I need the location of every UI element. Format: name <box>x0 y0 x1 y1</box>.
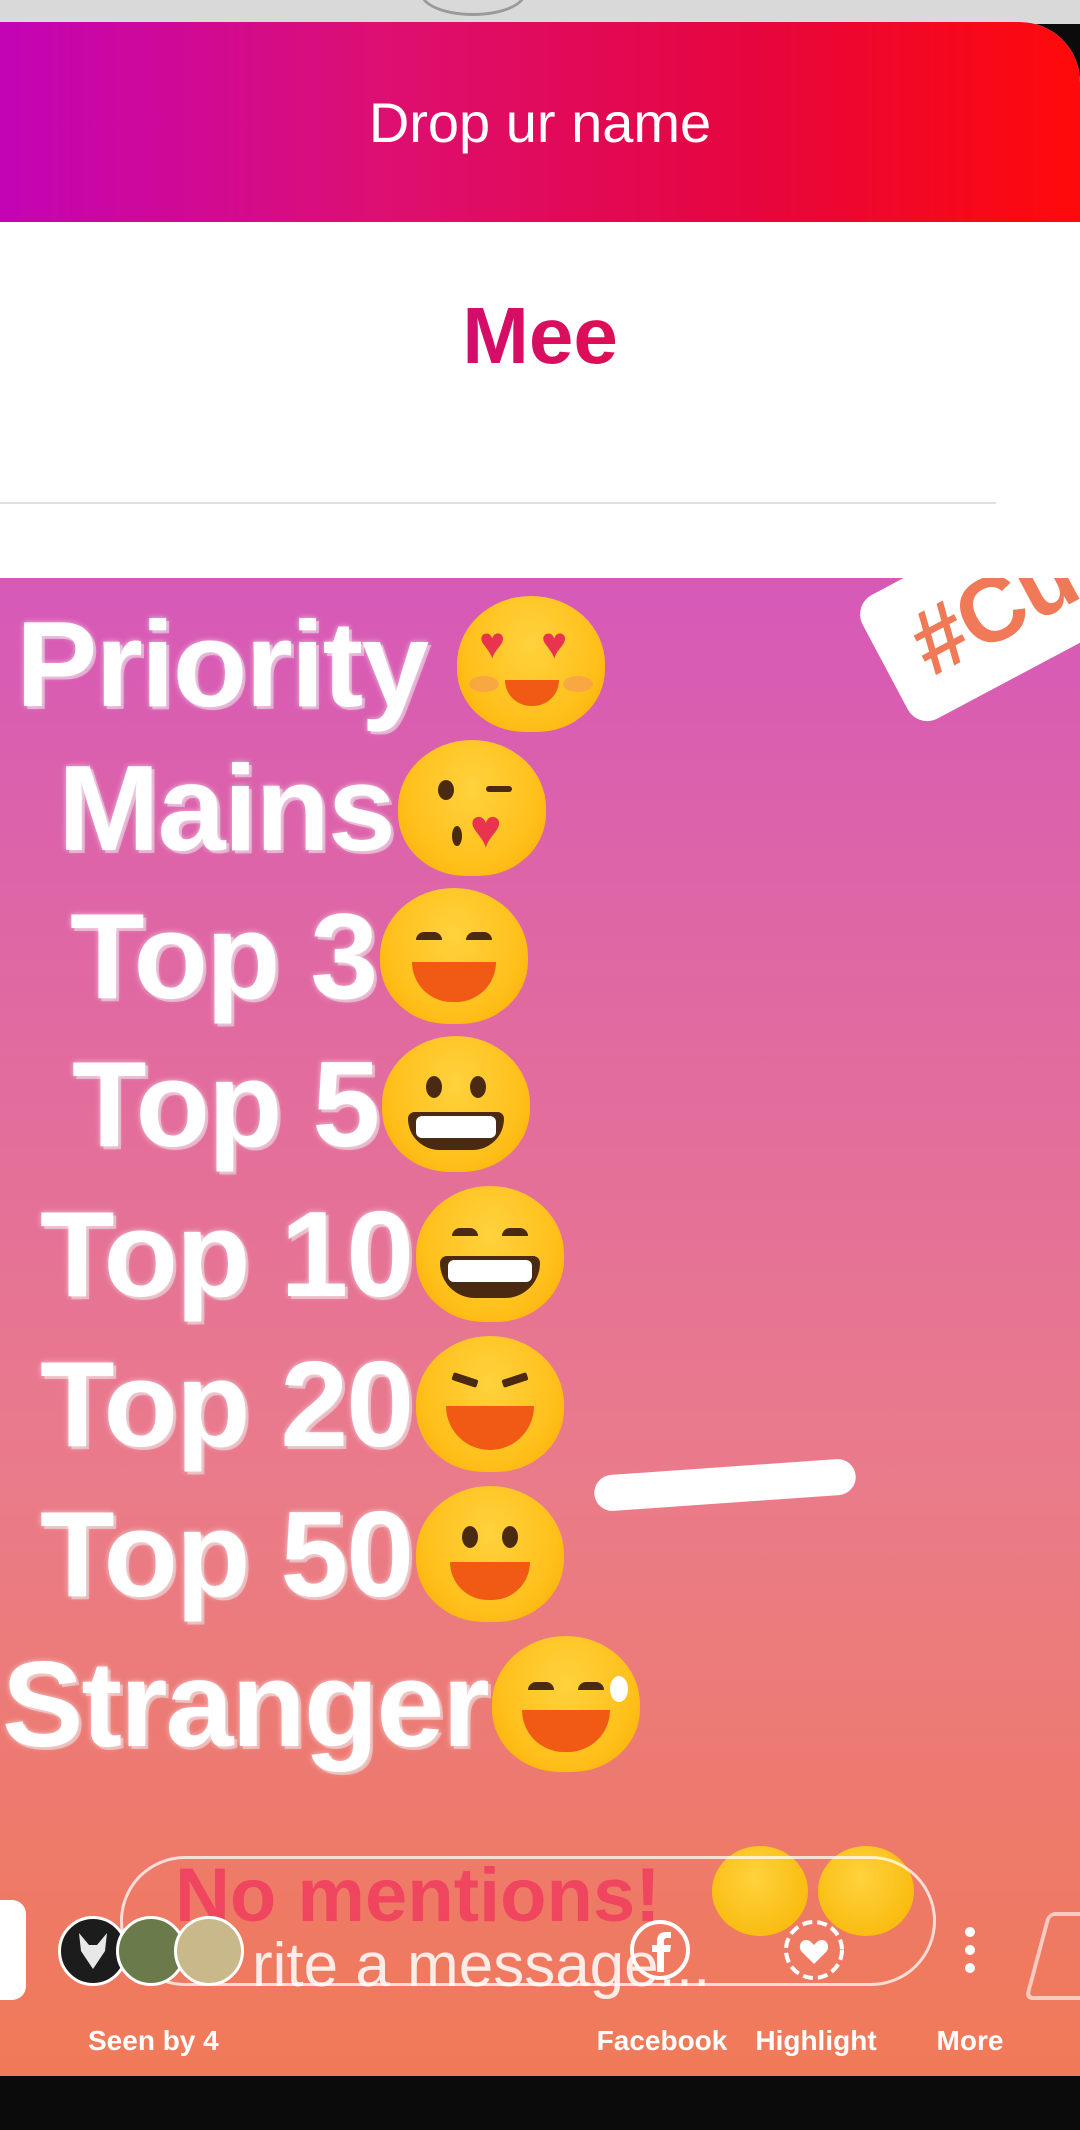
hashtag-sticker[interactable]: #Cu <box>852 576 1080 729</box>
row-label: Top 20 <box>40 1336 414 1472</box>
list-item: Top 3 <box>70 888 529 1024</box>
navigation-bar <box>0 2076 1080 2130</box>
status-strip <box>0 0 1080 24</box>
more-vertical-icon[interactable] <box>938 1918 1002 1982</box>
list-item: Mains ♥ <box>58 740 546 876</box>
list-item: Stranger <box>2 1636 640 1772</box>
laughing-squint-icon <box>416 1336 565 1472</box>
list-item: Top 20 <box>40 1336 565 1472</box>
list-item: Top 10 <box>40 1186 565 1322</box>
seen-by-count[interactable]: Seen by 4 <box>88 2025 219 2057</box>
list-item: Top 5 <box>72 1036 531 1172</box>
divider <box>0 502 996 504</box>
row-label: Top 5 <box>72 1036 380 1172</box>
row-label: Top 50 <box>40 1486 414 1622</box>
heart-eyes-icon: ♥ ♥ <box>457 596 606 732</box>
happy-sweat-icon <box>491 1636 640 1772</box>
avatar[interactable] <box>174 1916 244 1986</box>
more-button[interactable]: More <box>890 2025 1050 2057</box>
question-sticker[interactable]: Drop ur name Mee <box>0 22 1080 578</box>
row-label: Top 3 <box>70 888 378 1024</box>
highlight-button[interactable]: Highlight <box>736 2025 896 2057</box>
smiling-face-icon <box>416 1486 565 1622</box>
highlight-icon[interactable] <box>782 1918 846 1982</box>
row-label: Top 10 <box>40 1186 414 1322</box>
row-label: Stranger <box>2 1636 490 1772</box>
list-item: Priority ♥ ♥ <box>16 596 606 732</box>
list-item: Top 50 <box>40 1486 565 1622</box>
row-label: Mains <box>58 740 396 876</box>
camera-button[interactable] <box>0 1900 26 2000</box>
facebook-icon[interactable] <box>628 1918 692 1982</box>
sticker-header: Drop ur name <box>0 22 1080 222</box>
sticker-answer[interactable]: Mee <box>0 290 1080 382</box>
facebook-button[interactable]: Facebook <box>582 2025 742 2057</box>
sticker-title: Drop ur name <box>368 90 712 154</box>
row-label: Priority <box>16 596 429 732</box>
kissing-wink-icon: ♥ <box>397 740 546 876</box>
smiling-closed-eyes-icon <box>380 888 529 1024</box>
grinning-icon <box>382 1036 531 1172</box>
beaming-icon <box>416 1186 565 1322</box>
